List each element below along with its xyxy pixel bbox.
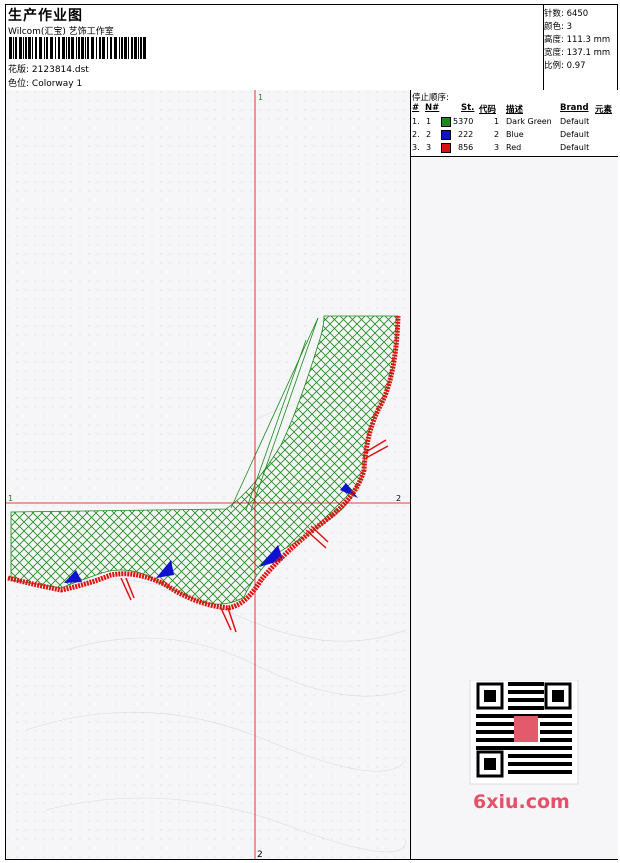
marker-bottom: 2 [257,850,263,859]
marker-right: 2 [396,494,401,503]
col-header-num: # [412,103,420,113]
marker-top: 1 [258,93,263,102]
page-title: 生产作业图 [8,8,83,24]
col-header-code: 代码 [479,105,497,115]
col-header-brand: Brand [560,103,589,113]
design-file-row: 花版: 2123814.dst [8,62,89,75]
studio-name: Wilcom(汇宝) 艺饰工作室 [8,27,114,37]
design-file-value: 2123814.dst [31,65,89,75]
stat-scale: 比例: 0.97 [544,61,586,71]
colorway-row: 色位: Colorway 1 [8,76,82,89]
table-row: 3. 3 856 3 Red Default [412,143,590,153]
stop-sequence-table: 停止顺序: # N# St. 代码 描述 Brand 元素 1. 1 5370 … [411,90,618,157]
color-swatch [441,117,451,127]
col-header-desc: 描述 [506,105,524,115]
colorway-value: Colorway 1 [31,79,83,89]
stop-sequence-title: 停止顺序: [412,93,449,103]
seal-icon [514,716,538,742]
header: 生产作业图 Wilcom(汇宝) 艺饰工作室 花版: 2123814.dst 色… [6,5,617,91]
color-swatch [441,143,451,153]
col-header-stitches: St. [461,103,475,113]
col-header-element: 元素 [595,105,613,115]
col-header-n: N# [425,103,440,113]
stat-height: 高度: 111.3 mm [544,35,611,45]
qr-watermark: 6xiu.com [469,680,579,813]
barcode [9,37,146,59]
table-row: 2. 2 222 2 Blue Default [412,130,590,140]
marker-left: 1 [8,494,13,503]
color-swatch [441,130,451,140]
table-row: 1. 1 5370 1 Dark Green Default [412,117,590,127]
colorway-label: 色位: [8,79,30,89]
embroidery-preview: 1 2 1 2 [6,90,410,860]
stats-box: 针数: 6450 颜色: 3 高度: 111.3 mm 宽度: 137.1 mm… [543,5,618,90]
design-file-label: 花版: [8,65,30,75]
stat-colors: 颜色: 3 [544,22,572,32]
design-canvas: 1 2 1 2 [6,90,410,860]
watermark-site: 6xiu.com [473,791,570,813]
stat-stitches: 针数: 6450 [544,9,589,19]
stat-width: 宽度: 137.1 mm [544,48,611,58]
